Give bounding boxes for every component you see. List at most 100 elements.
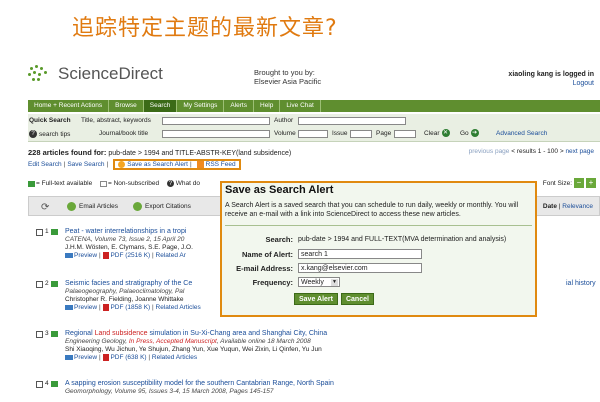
preview-link[interactable]: Preview: [74, 304, 97, 311]
email-articles-button[interactable]: Email Articles: [67, 202, 118, 211]
alert-name-label: Name of Alert:: [242, 249, 293, 259]
nav-live-chat[interactable]: Live Chat: [280, 100, 321, 112]
article-title[interactable]: A sapping erosion susceptibility model f…: [65, 380, 595, 388]
article-checkbox[interactable]: [36, 330, 43, 338]
volume-input[interactable]: [298, 130, 328, 138]
font-increase-icon[interactable]: +: [586, 178, 596, 188]
sort-relevance-link[interactable]: Relevance: [562, 203, 593, 210]
results-range: < results 1 - 100 >: [511, 148, 564, 155]
title-part: simulation in Su-Xi-Chang area and Shang…: [147, 330, 328, 337]
title-abstract-input[interactable]: [162, 117, 270, 125]
title-highlight: Land subsidence: [94, 330, 148, 337]
export-icon: [133, 202, 142, 211]
preview-link[interactable]: Preview: [74, 354, 97, 361]
page-input[interactable]: [394, 130, 416, 138]
title-abstract-label: Title, abstract, keywords: [81, 117, 151, 124]
alert-clock-icon: [118, 161, 126, 168]
advanced-search-link[interactable]: Advanced Search: [496, 130, 547, 137]
nav-my-settings[interactable]: My Settings: [177, 100, 225, 112]
pager: previous page < results 1 - 100 > next p…: [469, 148, 594, 155]
edit-search-link[interactable]: Edit Search: [28, 161, 62, 168]
article-title-end[interactable]: ial history: [566, 280, 596, 288]
go-arrow-icon: ➔: [470, 129, 479, 137]
user-status: xiaoling kang is logged in: [508, 71, 594, 78]
legend-what[interactable]: What do: [176, 180, 200, 187]
font-decrease-icon[interactable]: −: [574, 178, 584, 188]
legend: = Full-text available = Non-subscribed ?…: [28, 180, 200, 187]
dialog-title: Save as Search Alert: [225, 184, 334, 196]
article-title[interactable]: Regional Land subsidence simulation in S…: [65, 330, 595, 338]
related-articles-link[interactable]: Related Ar: [156, 252, 186, 259]
legend-full: = Full-text available: [36, 180, 93, 188]
related-articles-link[interactable]: Related Articles: [156, 304, 201, 311]
search-label: Search:: [265, 235, 293, 244]
clear-button[interactable]: Clear ✕: [424, 129, 450, 137]
email-address-input[interactable]: x.kang@elsevier.com: [298, 263, 422, 273]
email-icon: [67, 202, 76, 211]
alert-name-input[interactable]: search 1: [298, 249, 422, 259]
journal-title-input[interactable]: [162, 130, 270, 138]
preview-link[interactable]: Preview: [74, 252, 97, 259]
search-tips-label: search tips: [39, 130, 71, 138]
pdf-icon: [103, 304, 110, 311]
brought-line-1: Brought to you by:: [254, 68, 315, 77]
export-citations-button[interactable]: Export Citations: [133, 202, 191, 211]
quick-search-bar: Quick Search Title, abstract, keywords A…: [28, 114, 600, 142]
frequency-label: Frequency:: [252, 277, 293, 287]
full-text-icon: [28, 180, 35, 187]
article-selector: 2: [36, 280, 59, 288]
chevron-down-icon: ▼: [331, 279, 338, 286]
full-text-icon: [50, 331, 58, 337]
dialog-frequency-row: Frequency: Weekly ▼: [222, 277, 340, 287]
issue-input[interactable]: [350, 130, 372, 138]
pdf-link[interactable]: PDF (638 K): [110, 354, 146, 361]
full-text-icon: [50, 281, 58, 287]
article-checkbox[interactable]: [36, 380, 43, 388]
related-articles-link[interactable]: Related Articles: [152, 354, 197, 361]
nav-search[interactable]: Search: [143, 100, 178, 112]
pdf-icon: [103, 252, 110, 259]
logo-dots-icon: [28, 65, 54, 83]
article-number: 2: [45, 280, 49, 287]
article-checkbox[interactable]: [36, 228, 43, 236]
logout-link[interactable]: Logout: [573, 80, 594, 87]
volume-label: Volume: [274, 130, 296, 137]
nav-alerts[interactable]: Alerts: [224, 100, 254, 112]
nav-help[interactable]: Help: [254, 100, 281, 112]
help-icon: ?: [29, 130, 37, 138]
pdf-link[interactable]: PDF (2516 K): [110, 252, 150, 259]
clear-icon: ✕: [441, 129, 450, 137]
cancel-button[interactable]: Cancel: [340, 293, 374, 305]
previous-page-link[interactable]: previous page: [469, 148, 510, 155]
nav-browse[interactable]: Browse: [109, 100, 144, 112]
help-icon: ?: [166, 180, 174, 187]
search-actions: Edit Search | Save Search | Save as Sear…: [28, 159, 241, 170]
article-checkbox[interactable]: [36, 280, 43, 288]
next-page-link[interactable]: next page: [565, 148, 594, 155]
sciencedirect-logo[interactable]: ScienceDirect: [28, 64, 163, 84]
sort-control: Date | Relevance: [542, 203, 593, 210]
dialog-description: A Search Alert is a saved search that yo…: [225, 202, 519, 218]
slide-title: 追踪特定主题的最新文章?: [72, 16, 338, 41]
issue-label: Issue: [332, 130, 348, 137]
author-input[interactable]: [298, 117, 406, 125]
search-tips[interactable]: ? search tips: [29, 130, 70, 138]
pdf-link[interactable]: PDF (1858 K): [110, 304, 150, 311]
sort-date[interactable]: Date: [543, 203, 557, 210]
dialog-actions: Save Alert Cancel: [294, 293, 374, 305]
full-text-icon: [50, 381, 58, 387]
in-press-label: In Press, Accepted Manuscript: [128, 338, 217, 345]
preview-icon: [65, 253, 73, 258]
journal-date: , Available online 18 March 2008: [216, 338, 311, 345]
save-as-search-alert-link[interactable]: Save as Search Alert | RSS Feed: [113, 159, 241, 170]
go-button[interactable]: Go ➔: [460, 129, 479, 137]
export-citations-label: Export Citations: [145, 203, 191, 210]
nav-home[interactable]: Home + Recent Actions: [28, 100, 110, 112]
save-alert-button[interactable]: Save Alert: [294, 293, 338, 305]
article-number: 3: [45, 330, 49, 337]
save-search-link[interactable]: Save Search: [67, 161, 104, 168]
frequency-select[interactable]: Weekly ▼: [298, 277, 340, 287]
article-journal: Geomorphology, Volume 95, Issues 3-4, 15…: [65, 388, 274, 395]
quick-search-label: Quick Search: [29, 117, 71, 124]
refresh-icon[interactable]: ⟳: [41, 202, 49, 213]
